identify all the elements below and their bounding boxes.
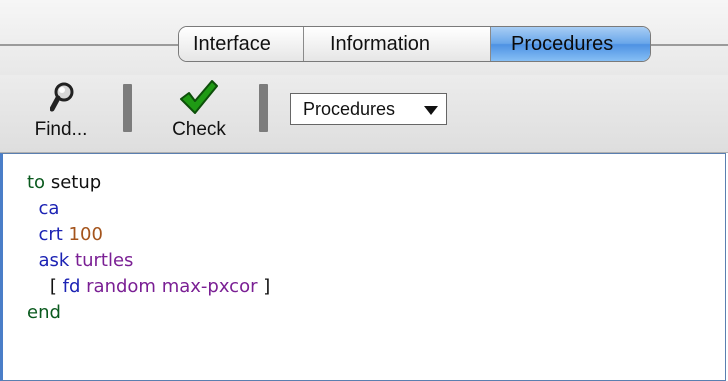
toolbar-separator [123,84,132,132]
code-line: ask turtles [27,248,270,274]
tab-interface[interactable]: Interface [179,27,303,61]
procedures-toolbar: Find... Check Procedures [0,75,728,153]
check-button[interactable]: Check [158,75,240,152]
magnifier-icon [50,82,74,112]
code-editor[interactable]: to setup ca crt 100 ask turtles [ fd ran… [0,153,726,381]
command-fd: fd [62,276,81,297]
command-ca: ca [38,198,60,219]
check-label: Check [172,119,226,140]
code-line: ca [27,196,270,222]
code-line: crt 100 [27,222,270,248]
command-crt: crt [38,224,63,245]
procedures-menu-label: Procedures [303,99,396,119]
checkmark-icon [180,80,218,114]
toolbar-separator [259,84,268,132]
code-text: to setup ca crt 100 ask turtles [ fd ran… [27,170,270,326]
tab-procedures[interactable]: Procedures [490,27,650,61]
bracket-open: [ [49,276,57,297]
procedure-name: setup [50,172,102,193]
code-line: end [27,300,270,326]
command-ask: ask [38,250,70,271]
code-line: [ fd random max-pxcor ] [27,274,270,300]
code-line: to setup [27,170,270,196]
keyword-to: to [27,172,46,193]
tab-bar: Interface Information Procedures [0,0,728,75]
tab-information[interactable]: Information [303,27,490,61]
reporter-turtles: turtles [75,250,134,271]
reporter-random: random [86,276,156,297]
chevron-down-icon [424,106,438,115]
find-label: Find... [34,119,88,140]
procedures-menu[interactable]: Procedures [290,93,447,125]
number-literal: 100 [68,224,103,245]
view-tabs: Interface Information Procedures [178,26,651,62]
keyword-end: end [27,302,61,323]
bracket-close: ] [263,276,271,297]
reporter-max-pxcor: max-pxcor [161,276,258,297]
find-button[interactable]: Find... [24,75,98,152]
